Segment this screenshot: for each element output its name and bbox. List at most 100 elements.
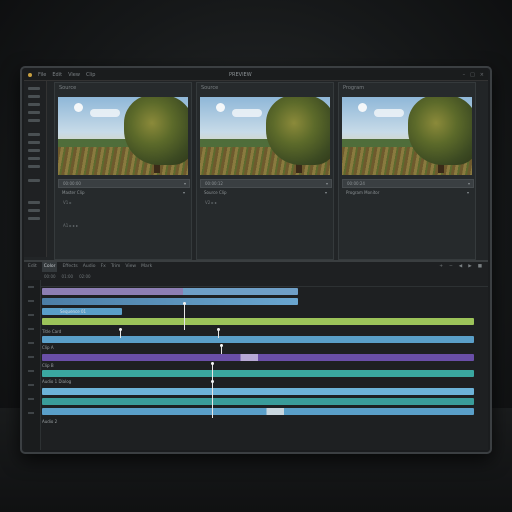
zoom-in-button[interactable]: +: [439, 262, 443, 272]
timecode-bar[interactable]: 00:00:00 ▾: [58, 179, 190, 188]
track-header[interactable]: [28, 384, 34, 386]
track-header[interactable]: [28, 370, 34, 372]
sun: [74, 103, 83, 112]
timecode-bar[interactable]: 00:00:12 ▾: [200, 179, 332, 188]
minimize-button[interactable]: –: [463, 70, 466, 80]
tab-view[interactable]: View: [125, 262, 136, 272]
zoom-out-button[interactable]: −: [449, 262, 453, 272]
track-header[interactable]: [28, 314, 34, 316]
viewer-header: Program: [343, 85, 365, 91]
playhead-line[interactable]: [212, 362, 213, 418]
timeline-ruler-labels: 00:00 01:00 02:00: [44, 274, 91, 279]
track-header[interactable]: [28, 356, 34, 358]
sidebar-tool-marker[interactable]: [28, 179, 40, 182]
tab-effects[interactable]: Effects: [62, 262, 77, 272]
menu-edit[interactable]: Edit: [52, 70, 62, 80]
track-header[interactable]: [28, 398, 34, 400]
menu-file[interactable]: File: [38, 70, 46, 80]
sidebar-tool-zoom[interactable]: [28, 133, 40, 136]
clip-teal[interactable]: [42, 370, 474, 377]
tab-fx[interactable]: Fx: [101, 262, 106, 272]
sidebar-tool-link[interactable]: [28, 209, 40, 212]
clip-audio-2[interactable]: [42, 398, 474, 405]
clip-video-1[interactable]: [42, 288, 298, 295]
tab-edit[interactable]: Edit: [28, 262, 37, 272]
clip-label: Audio 2: [42, 419, 58, 424]
viewer-header: Source: [201, 85, 219, 91]
sidebar-tool-ripple[interactable]: [28, 149, 40, 152]
clip-violet[interactable]: [42, 354, 474, 361]
clip-green[interactable]: [42, 318, 474, 325]
ruler-label: 00:00: [44, 274, 56, 279]
clip-selector[interactable]: Source Clip ▾: [200, 189, 330, 196]
video-preview[interactable]: [342, 97, 472, 175]
marker-handle[interactable]: [119, 328, 122, 331]
title-bar: File Edit View Clip PREVIEW – □ ×: [24, 70, 488, 81]
clip-selector[interactable]: Program Monitor ▾: [342, 189, 472, 196]
sun: [358, 103, 367, 112]
playhead-line[interactable]: [184, 302, 185, 330]
cloud: [232, 109, 262, 117]
chevron-down-icon[interactable]: ▾: [468, 180, 470, 187]
sidebar-tool-select[interactable]: [28, 87, 40, 90]
timeline-controls: + − ◀ ▶ ■: [439, 262, 482, 272]
tab-trim[interactable]: Trim: [111, 262, 121, 272]
sidebar-tool-roll[interactable]: [28, 157, 40, 160]
viewer-row: V2 ▸ ▸: [205, 200, 217, 205]
sidebar-tool-track[interactable]: [28, 201, 40, 204]
chevron-down-icon[interactable]: ▾: [326, 180, 328, 187]
timecode-label: 00:00:12: [205, 181, 223, 186]
menu-clip[interactable]: Clip: [86, 70, 95, 80]
sidebar-tool-pen[interactable]: [28, 111, 40, 114]
track-header[interactable]: [28, 300, 34, 302]
track-header[interactable]: [28, 286, 34, 288]
timecode-bar[interactable]: 00:00:24 ▾: [342, 179, 474, 188]
clip-video-2[interactable]: [42, 298, 298, 305]
track-header[interactable]: [28, 412, 34, 414]
chevron-down-icon[interactable]: ▾: [467, 189, 469, 196]
sidebar-tool-slip[interactable]: [28, 103, 40, 106]
clip-selector[interactable]: Master Clip ▾: [58, 189, 188, 196]
timecode-label: 00:00:00: [63, 181, 81, 186]
clip-label: Audio 1 Dialog: [42, 379, 72, 384]
tab-color[interactable]: Color: [41, 262, 58, 272]
menu-view[interactable]: View: [68, 70, 80, 80]
playhead-handle[interactable]: [183, 302, 186, 305]
sidebar-tool-text[interactable]: [28, 141, 40, 144]
track-header[interactable]: [28, 342, 34, 344]
sidebar-tool-snap[interactable]: [28, 217, 40, 220]
playhead-handle[interactable]: [211, 362, 214, 365]
chevron-down-icon[interactable]: ▾: [184, 180, 186, 187]
chevron-down-icon[interactable]: ▾: [325, 189, 327, 196]
monitor: File Edit View Clip PREVIEW – □ × Source…: [20, 66, 492, 454]
sun: [216, 103, 225, 112]
source-viewer-1: Source 00:00:00 ▾ Master Clip ▾ V1 ▸ A1 …: [54, 82, 192, 260]
sidebar-tool-cut[interactable]: [28, 95, 40, 98]
video-preview[interactable]: [58, 97, 188, 175]
sidebar-tool-rate[interactable]: [28, 165, 40, 168]
marker-handle[interactable]: [220, 344, 223, 347]
clip-blue-1[interactable]: [42, 336, 474, 343]
prev-button[interactable]: ◀: [459, 262, 462, 272]
tab-mark[interactable]: Mark: [141, 262, 152, 272]
menu-bar: File Edit View Clip: [38, 70, 95, 80]
marker-handle[interactable]: [217, 328, 220, 331]
keyframe-handle[interactable]: [211, 380, 214, 383]
close-button[interactable]: ×: [480, 70, 484, 80]
next-button[interactable]: ▶: [468, 262, 471, 272]
stop-button[interactable]: ■: [478, 262, 482, 272]
clip-audio-1[interactable]: [42, 388, 474, 395]
clip-selector-label: Program Monitor: [346, 190, 380, 195]
clip-label: Sequence 01: [60, 309, 87, 314]
maximize-button[interactable]: □: [470, 70, 475, 80]
tools-sidebar: [24, 81, 47, 257]
sidebar-tool-hand[interactable]: [28, 119, 40, 122]
video-preview[interactable]: [200, 97, 330, 175]
timeline-panel: Edit Color Effects Audio Fx Trim View Ma…: [24, 260, 488, 450]
timeline-ruler[interactable]: [40, 280, 488, 287]
chevron-down-icon[interactable]: ▾: [183, 189, 185, 196]
tab-audio[interactable]: Audio: [83, 262, 96, 272]
clip-audio-3[interactable]: [42, 408, 474, 415]
track-header[interactable]: [28, 328, 34, 330]
viewer-row: A1 ▸ ▸ ▸: [63, 223, 79, 228]
